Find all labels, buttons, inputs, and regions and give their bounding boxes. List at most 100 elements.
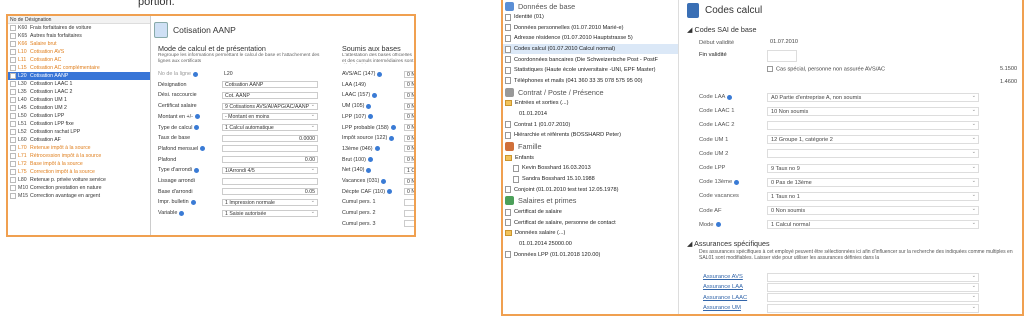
tree-item[interactable]: Entrées et sorties (...) [503,98,678,109]
section-title-sai[interactable]: ◢ Codes SAI de base [687,25,756,34]
assurance-link[interactable]: Assurance UM [703,303,741,313]
base-value-select[interactable]: 0 Non [404,188,414,196]
tree-item[interactable]: Adresse résidence (01.07.2010 Hauptstras… [503,33,678,44]
assurance-link[interactable]: Assurance AVS [703,272,743,282]
help-icon[interactable] [179,210,185,216]
tree-item[interactable]: Données salaire (...) [503,228,678,239]
tree-item[interactable]: Contrat 1 (01.07.2010) [503,119,678,130]
field-value[interactable]: 1/Arrondi 4/5 [222,166,318,174]
field-value[interactable]: Cot. AANP [222,91,318,99]
special-case-checkbox-row[interactable]: Cas spécial, personne non assurée AVS/AC [767,66,885,72]
fin-validite-field[interactable] [767,50,797,62]
field-value[interactable] [222,145,318,153]
tree-item[interactable]: Téléphones et mails (041 360 33 35 078 5… [503,76,678,87]
list-item[interactable]: L20 Cotisation AANP [8,72,150,80]
help-icon[interactable] [389,135,395,141]
field-value[interactable]: L20 [222,70,318,78]
help-icon[interactable] [192,71,198,77]
list-item[interactable]: L10 Cotisation AVS [8,48,150,56]
list-item[interactable]: L71 Rétrocession impôt à la source [8,152,150,160]
list-item[interactable]: L50 Cotisation LPP [8,112,150,120]
tree-group-header[interactable]: Contrat / Poste / Présence [503,86,678,98]
help-icon[interactable] [390,125,396,130]
special-case-checkbox[interactable] [767,66,773,72]
base-value-select[interactable] [404,209,414,217]
list-item[interactable]: M10 Correction prestation en nature [8,184,150,192]
help-icon[interactable] [372,92,378,98]
assurance-link[interactable]: Assurance LAA [703,282,743,292]
help-icon[interactable] [194,114,200,120]
tree-item[interactable]: Identité (01) [503,12,678,23]
base-value-select[interactable]: 1 Oui [404,166,414,174]
code-select[interactable]: 0 Pas de 13ème [767,177,979,187]
base-value-select[interactable]: 0 Non [404,145,414,153]
tree-item[interactable]: Conjoint (01.01.2010 test test 12.05.197… [503,184,678,195]
help-icon[interactable] [194,125,200,130]
help-icon[interactable] [374,146,380,152]
code-select[interactable] [767,149,979,159]
tree-item[interactable]: Certificat de salaire, personne de conta… [503,218,678,229]
list-item[interactable]: L52 Cotisation rachat LPP [8,128,150,136]
base-value-select[interactable]: 0 Non [404,124,414,131]
field-value[interactable] [222,177,318,185]
base-value-select[interactable]: 0 Non [404,70,414,78]
tree-item[interactable]: Données personnelles (01.07.2010 Marié-e… [503,23,678,34]
help-icon[interactable] [366,167,372,173]
column-header-designation[interactable]: Désignation [25,16,51,23]
tree-group-header[interactable]: Famille [503,141,678,153]
code-select[interactable]: A0 Partie d'entreprise A, non soumis [767,92,979,102]
code-select[interactable]: 1 Taux no 1 [767,191,979,201]
help-icon[interactable] [734,179,740,185]
base-value-select[interactable]: 0 Non [404,91,414,99]
base-value-select[interactable] [404,220,414,228]
code-select[interactable]: 10 Non soumis [767,106,979,116]
list-item[interactable]: L45 Cotisation UM 2 [8,104,150,112]
help-icon[interactable] [200,146,206,152]
code-select[interactable] [767,120,979,130]
list-item[interactable]: K60 Frais forfaitaires de voiture [8,24,150,32]
help-icon[interactable] [715,222,721,228]
list-item[interactable]: L11 Cotisation AC [8,56,150,64]
code-select[interactable]: 9 Taux no 9 [767,163,979,173]
tree-item[interactable]: Données LPP (01.01.2018 120.00) [503,249,678,260]
tree-item[interactable]: Coordonnées bancaires (Die Schweizerisch… [503,54,678,65]
list-item[interactable]: K66 Salaire brut [8,40,150,48]
list-item[interactable]: L40 Cotisation UM 1 [8,96,150,104]
tree-group-header[interactable]: Données de base [503,0,678,12]
code-select[interactable]: 0 Non soumis [767,206,979,216]
field-value[interactable]: 9 Cotisations AVS/AI/APG/AC/AANP [222,102,318,110]
base-value-select[interactable]: 0 Non [404,113,414,121]
base-value-select[interactable]: 0 Non [404,156,414,164]
tree-item[interactable]: Kevin Bosshard 16.03.2013 [503,163,678,174]
list-item[interactable]: K65 Autres frais forfaitaires [8,32,150,40]
list-item[interactable]: L15 Cotisation AC complémentaire [8,64,150,72]
base-value-select[interactable]: 0 Non [404,134,414,142]
list-item[interactable]: L30 Cotisation LAAC 1 [8,80,150,88]
list-item[interactable]: L60 Cotisation AF [8,136,150,144]
field-value[interactable]: 1 Calcul automatique [222,124,318,131]
tree-item[interactable]: Statistiques (Haute école universitaire … [503,65,678,76]
field-value[interactable]: 1 Saisie autorisée [222,209,318,217]
tree-item[interactable]: Certificat de salaire [503,207,678,218]
list-item[interactable]: L72 Base impôt à la source [8,160,150,168]
tree-item[interactable]: Enfants [503,153,678,164]
assurance-select[interactable] [767,282,979,292]
assurance-select[interactable] [767,293,979,303]
base-value-select[interactable]: 0 Non [404,177,414,185]
list-item[interactable]: L80 Retenue p. privée voiture service [8,176,150,184]
help-icon[interactable] [190,199,196,205]
code-select[interactable]: 12 Groupe 1, catégorie 2 [767,135,979,145]
help-icon[interactable] [194,167,199,173]
tree-item[interactable]: Sandra Bosshard 15.10.1988 [503,174,678,185]
assurance-select[interactable] [767,303,979,313]
list-item[interactable]: L75 Correction impôt à la source [8,168,150,176]
help-icon[interactable] [387,189,393,195]
field-value[interactable]: Cotisation AANP [222,81,318,89]
tree-item[interactable]: 01.01.2014 [503,109,678,120]
base-value-select[interactable] [404,198,414,206]
field-value[interactable]: - Montant en moins [222,113,318,121]
help-icon[interactable] [727,94,733,100]
field-value[interactable]: 1 Impression normale [222,198,318,206]
tree-item[interactable]: 01.01.2014 25000.00 [503,239,678,250]
base-value-select[interactable]: 0 Non [404,102,414,110]
